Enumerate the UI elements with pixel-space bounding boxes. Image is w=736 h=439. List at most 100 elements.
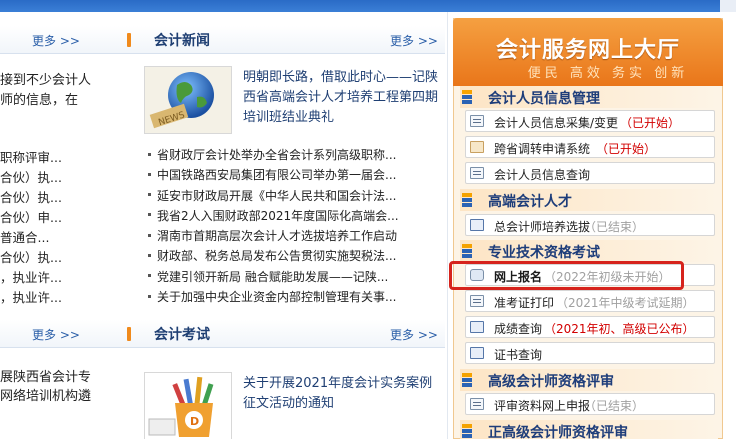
search-doc-icon bbox=[470, 167, 484, 179]
exam-section-title: 会计考试 bbox=[154, 327, 210, 343]
group-title: 正高级会计师资格评审 bbox=[488, 425, 628, 439]
col1-exam-more-link[interactable]: 更多 >> bbox=[32, 326, 80, 343]
col1-list-item[interactable]: 普通合... bbox=[0, 227, 49, 246]
news-item[interactable]: 中国铁路西安局集团有限公司举办第一届会... bbox=[145, 165, 445, 185]
exam-pencil-cup-thumbnail[interactable]: D bbox=[144, 372, 232, 439]
svg-text:D: D bbox=[190, 415, 199, 428]
news-item[interactable]: 省财政厅会计处举办全省会计系列高级职称... bbox=[145, 145, 445, 165]
bullet-icon bbox=[148, 274, 151, 278]
service-hall-banner[interactable]: 会计服务网上大厅 便民 高效 务实 创新 bbox=[453, 18, 723, 86]
news-item-label: 我省2人入围财政部2021年度国际化高端会... bbox=[157, 208, 399, 223]
service-label: 会计人员信息采集/变更 bbox=[494, 116, 619, 130]
col1-fragment-top-2[interactable]: 师的信息，在 bbox=[0, 89, 78, 108]
service-label: 评审资料网上申报 bbox=[494, 399, 591, 413]
service-label: 会计人员信息查询 bbox=[494, 168, 591, 182]
news-item-label: 关于加强中央企业资金内部控制管理有关事... bbox=[157, 290, 397, 305]
service-cfo-training-selection[interactable]: 总会计师培养选拔 （已结束） bbox=[465, 214, 715, 236]
service-label: 跨省调转申请系统 bbox=[494, 142, 591, 156]
exam-more-link[interactable]: 更多 >> bbox=[390, 326, 438, 343]
service-label: 总会计师培养选拔 bbox=[494, 220, 591, 234]
news-item[interactable]: 党建引领开新局 融合赋能助发展——记陕... bbox=[145, 267, 445, 287]
bullet-icon bbox=[148, 294, 151, 298]
group-header-full-senior-review: 正高级会计师资格评审 bbox=[460, 420, 718, 439]
certificate-icon bbox=[470, 347, 484, 359]
globe-icon: NEWS bbox=[145, 67, 231, 133]
service-info-query[interactable]: 会计人员信息查询 bbox=[465, 162, 715, 184]
news-item-label: 财政部、税务总局发布公告贯彻实施契税法... bbox=[157, 249, 397, 264]
group-title: 高级会计师资格评审 bbox=[488, 374, 614, 390]
bullet-icon bbox=[148, 172, 151, 176]
group-header-qualification-exam: 专业技术资格考试 bbox=[460, 240, 718, 262]
status-badge: （已开始） bbox=[620, 116, 681, 130]
service-score-query[interactable]: 成绩查询 （2021年初、高级已公布） bbox=[465, 316, 715, 338]
news-more-link[interactable]: 更多 >> bbox=[390, 32, 438, 49]
bullet-icon bbox=[148, 152, 151, 156]
pencil-cup-icon: D bbox=[145, 373, 231, 439]
news-feature-headline[interactable]: 明朝即长路，借取此时心——记陕西省高端会计人才培养工程第四期培训班结业典礼 bbox=[243, 68, 438, 128]
service-hall-slogan: 便民 高效 务实 创新 bbox=[527, 66, 689, 81]
stack-icon bbox=[462, 244, 472, 258]
bullet-icon bbox=[148, 213, 151, 217]
service-label: 网上报名 bbox=[494, 270, 543, 284]
group-header-senior-accountant-review: 高级会计师资格评审 bbox=[460, 369, 718, 391]
stack-icon bbox=[462, 373, 472, 387]
col1-fragment-bottom-2[interactable]: 网络培训机构遴 bbox=[0, 385, 91, 404]
group-title: 会计人员信息管理 bbox=[488, 91, 600, 107]
top-banner-edge bbox=[720, 0, 736, 12]
exam-feature-headline[interactable]: 关于开展2021年度会计实务案例征文活动的通知 bbox=[243, 374, 441, 414]
col1-list-item[interactable]: 职称评审... bbox=[0, 147, 62, 166]
news-item-label: 中国铁路西安局集团有限公司举办第一届会... bbox=[157, 168, 397, 183]
bullet-icon bbox=[148, 193, 151, 197]
news-item[interactable]: 渭南市首期高层次会计人才选拔培养工作启动 bbox=[145, 226, 445, 246]
group-header-high-end-talent: 高端会计人才 bbox=[460, 189, 718, 211]
news-item-label: 渭南市首期高层次会计人才选拔培养工作启动 bbox=[157, 229, 398, 244]
registration-icon bbox=[470, 269, 484, 281]
stack-icon bbox=[462, 193, 472, 207]
col1-fragment-bottom-1[interactable]: 展陕西省会计专 bbox=[0, 366, 91, 385]
col1-list-item[interactable]: 合伙）执... bbox=[0, 187, 62, 206]
news-item[interactable]: 延安市财政局开展《中华人民共和国会计法... bbox=[145, 186, 445, 206]
news-item[interactable]: 关于加强中央企业资金内部控制管理有关事... bbox=[145, 287, 445, 307]
form-icon bbox=[470, 115, 484, 127]
col1-list-item[interactable]: 合伙）执... bbox=[0, 167, 62, 186]
news-item[interactable]: 财政部、税务总局发布公告贯彻实施契税法... bbox=[145, 246, 445, 266]
col1-list-item[interactable]: ，执业许... bbox=[0, 287, 62, 306]
bullet-icon bbox=[148, 233, 151, 237]
exam-section-header: 更多 >> 会计考试 更多 >> bbox=[0, 320, 445, 348]
service-label: 证书查询 bbox=[494, 348, 543, 362]
print-icon bbox=[470, 295, 484, 307]
service-review-online-submission[interactable]: 评审资料网上申报 （已结束） bbox=[465, 393, 715, 415]
service-online-registration[interactable]: 网上报名 （2022年初级未开始） bbox=[465, 264, 715, 286]
status-badge: （2022年初级未开始） bbox=[544, 270, 671, 284]
status-badge: （已结束） bbox=[584, 399, 645, 413]
exam-section-marker bbox=[127, 327, 131, 341]
news-item-label: 延安市财政局开展《中华人民共和国会计法... bbox=[157, 188, 397, 203]
news-section-title: 会计新闻 bbox=[154, 33, 210, 49]
service-admission-ticket-print[interactable]: 准考证打印 （2021年中级考试延期） bbox=[465, 290, 715, 312]
news-globe-thumbnail[interactable]: NEWS bbox=[144, 66, 232, 134]
col1-list-item[interactable]: 合伙）申... bbox=[0, 207, 62, 226]
group-title: 专业技术资格考试 bbox=[488, 245, 600, 261]
status-badge: （已结束） bbox=[584, 220, 645, 234]
col1-more-link[interactable]: 更多 >> bbox=[32, 32, 80, 49]
column-divider bbox=[447, 12, 448, 439]
service-label: 准考证打印 bbox=[494, 296, 555, 310]
col1-fragment-top-1[interactable]: 接到不少会计人 bbox=[0, 69, 91, 88]
news-item[interactable]: 我省2人入围财政部2021年度国际化高端会... bbox=[145, 206, 445, 226]
service-hall-title: 会计服务网上大厅 bbox=[495, 38, 680, 63]
service-certificate-query[interactable]: 证书查询 bbox=[465, 342, 715, 364]
status-badge: （已开始） bbox=[596, 142, 657, 156]
news-item-label: 省财政厅会计处举办全省会计系列高级职称... bbox=[157, 148, 397, 162]
service-info-collect-change[interactable]: 会计人员信息采集/变更 （已开始） bbox=[465, 110, 715, 132]
group-title: 高端会计人才 bbox=[488, 194, 572, 210]
stack-icon bbox=[462, 90, 472, 104]
news-section-header: 更多 >> 会计新闻 更多 >> bbox=[0, 26, 445, 54]
bullet-icon bbox=[148, 253, 151, 257]
news-section-marker bbox=[127, 33, 131, 47]
service-label: 成绩查询 bbox=[494, 322, 543, 336]
service-cross-province-transfer[interactable]: 跨省调转申请系统 （已开始） bbox=[465, 136, 715, 158]
col1-list-item[interactable]: ，执业许... bbox=[0, 267, 62, 286]
group-header-accounting-info: 会计人员信息管理 bbox=[460, 86, 718, 108]
stack-icon bbox=[462, 424, 472, 438]
col1-list-item[interactable]: 合伙）执... bbox=[0, 247, 62, 266]
